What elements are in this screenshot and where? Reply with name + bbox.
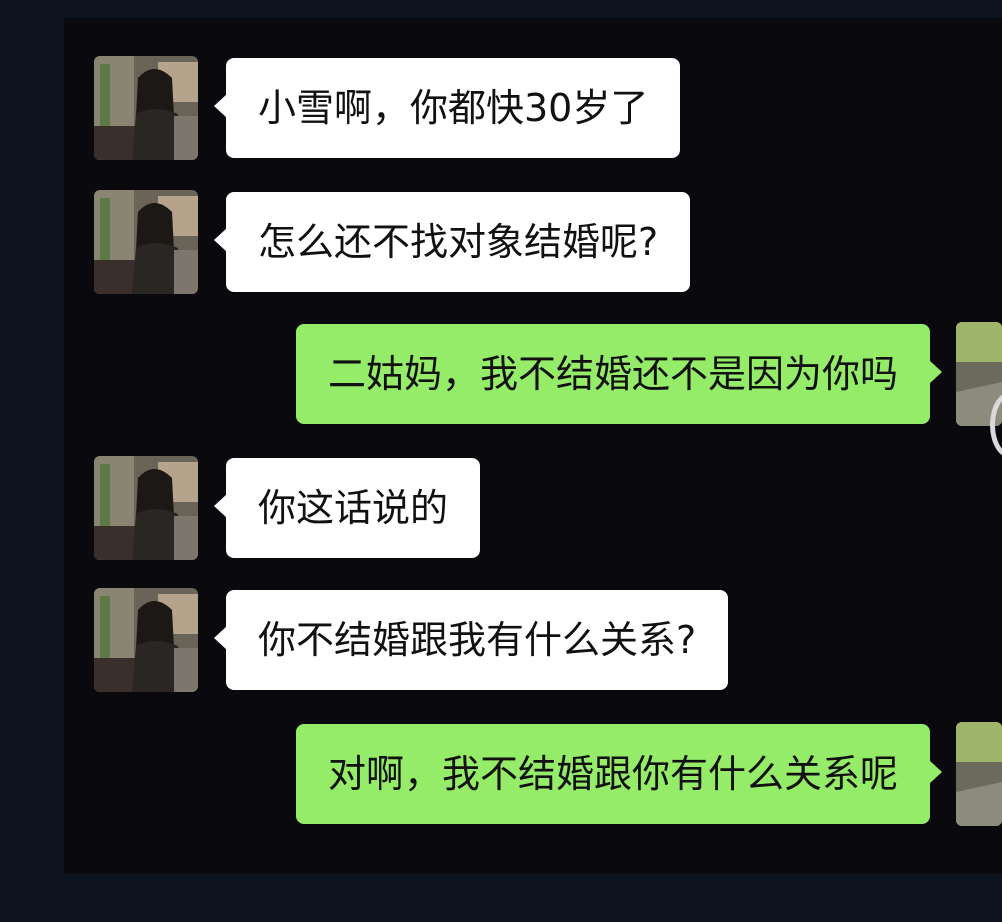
message-bubble-incoming[interactable]: 你这话说的 xyxy=(214,458,481,558)
self-avatar[interactable] xyxy=(956,722,1002,826)
message-text: 二姑妈，我不结婚还不是因为你吗 xyxy=(327,352,898,396)
message-row-incoming: 小雪啊，你都快30岁了 xyxy=(94,56,794,160)
message-bubble-outgoing[interactable]: 二姑妈，我不结婚还不是因为你吗 xyxy=(295,324,942,424)
chat-message-list[interactable]: 小雪啊，你都快30岁了 怎么还不找对象结婚呢? 二姑妈，我不结婚还不是因为你吗 … xyxy=(64,18,1002,874)
message-text: 怎么还不找对象结婚呢? xyxy=(258,220,659,264)
message-bubble-incoming[interactable]: 小雪啊，你都快30岁了 xyxy=(214,58,681,158)
message-bubble-incoming[interactable]: 怎么还不找对象结婚呢? xyxy=(214,192,691,292)
bubble-tail xyxy=(929,760,942,784)
message-row-incoming: 你这话说的 xyxy=(94,456,794,560)
message-text: 你这话说的 xyxy=(258,486,449,530)
message-bubble-incoming[interactable]: 你不结婚跟我有什么关系? xyxy=(214,590,729,690)
aunt-avatar[interactable] xyxy=(94,56,198,160)
bubble-tail xyxy=(214,94,227,118)
bubble-tail xyxy=(214,626,227,650)
bubble-tail xyxy=(214,228,227,252)
message-row-outgoing: 对啊，我不结婚跟你有什么关系呢 xyxy=(224,722,1002,826)
message-row-outgoing: 二姑妈，我不结婚还不是因为你吗 xyxy=(224,322,1002,426)
message-text: 小雪啊，你都快30岁了 xyxy=(258,86,649,130)
bubble-tail xyxy=(929,360,942,384)
bubble-tail xyxy=(214,494,227,518)
aunt-avatar[interactable] xyxy=(94,190,198,294)
aunt-avatar[interactable] xyxy=(94,456,198,560)
message-row-incoming: 怎么还不找对象结婚呢? xyxy=(94,190,794,294)
aunt-avatar[interactable] xyxy=(94,588,198,692)
message-bubble-outgoing[interactable]: 对啊，我不结婚跟你有什么关系呢 xyxy=(295,724,942,824)
message-row-incoming: 你不结婚跟我有什么关系? xyxy=(94,588,854,692)
message-text: 你不结婚跟我有什么关系? xyxy=(258,618,697,662)
message-text: 对啊，我不结婚跟你有什么关系呢 xyxy=(327,752,898,796)
